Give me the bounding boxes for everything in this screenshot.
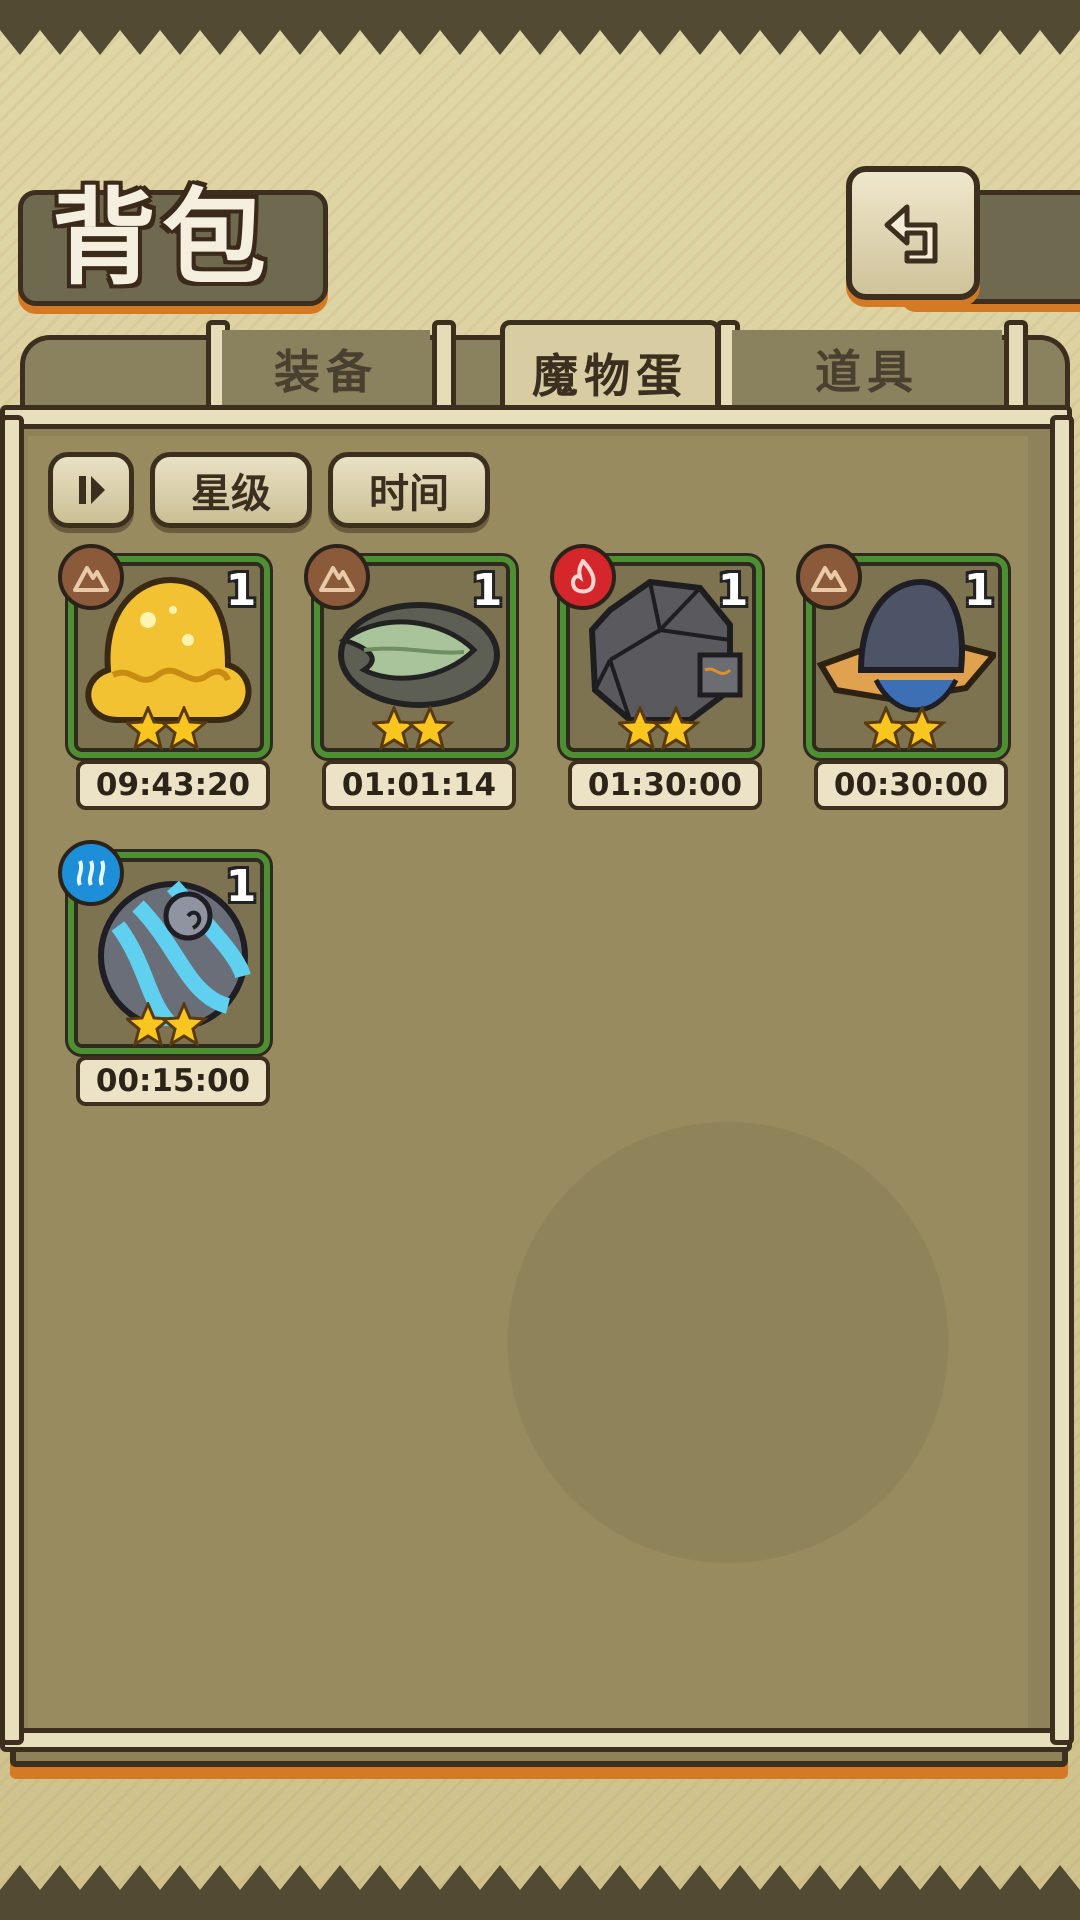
- tab-post: [432, 320, 456, 418]
- page-title: 背包: [52, 176, 273, 299]
- panel-bottom-bar: [0, 1728, 1072, 1752]
- egg-hatch-timer: 01:01:14: [322, 760, 516, 810]
- tab-monster-eggs-label: 魔物蛋: [532, 349, 688, 403]
- egg-hatch-timer: 09:43:20: [76, 760, 270, 810]
- egg-hatch-timer: 00:15:00: [76, 1056, 270, 1106]
- tab-equipment[interactable]: 装备: [222, 330, 430, 408]
- tab-equipment-label: 装备: [274, 345, 378, 399]
- mountain-icon: [73, 566, 109, 592]
- two-stars-icon: [126, 706, 209, 750]
- tab-post: [1004, 320, 1028, 418]
- panel-top-bar: [0, 405, 1072, 429]
- fire-element-badge: [550, 544, 616, 610]
- panel-left-bar: [0, 415, 24, 1745]
- egg-card-5[interactable]: 1 00:15:00: [58, 840, 272, 1106]
- water-element-badge: [58, 840, 124, 906]
- sort-by-time-button[interactable]: 时间: [328, 452, 490, 528]
- steam-icon: [76, 860, 106, 886]
- egg-count: 1: [963, 565, 995, 616]
- back-arrow-icon: [884, 204, 938, 264]
- egg-count: 1: [717, 565, 749, 616]
- egg-card-1[interactable]: 1 09:43:20: [58, 544, 272, 810]
- two-stars-icon: [126, 1002, 209, 1046]
- egg-hatch-timer: 00:30:00: [814, 760, 1008, 810]
- back-button[interactable]: [846, 166, 980, 300]
- egg-hatch-timer: 01:30:00: [568, 760, 762, 810]
- sort-by-star-label: 星级: [191, 471, 271, 517]
- egg-card-2[interactable]: 1 01:01:14: [304, 544, 518, 810]
- tab-items-label: 道具: [815, 345, 919, 399]
- sort-by-star-button[interactable]: 星级: [150, 452, 312, 528]
- sort-by-time-label: 时间: [369, 471, 449, 517]
- two-stars-icon: [372, 706, 455, 750]
- earth-element-badge: [304, 544, 370, 610]
- mountain-icon: [811, 566, 847, 592]
- panel-right-bar: [1050, 415, 1074, 1745]
- egg-card-3[interactable]: 1 01:30:00: [550, 544, 764, 810]
- sort-toggle-button[interactable]: [48, 452, 134, 528]
- egg-count: 1: [225, 861, 257, 912]
- mountain-icon: [319, 566, 355, 592]
- earth-element-badge: [58, 544, 124, 610]
- earth-element-badge: [796, 544, 862, 610]
- sort-toggle-icon: [79, 476, 105, 504]
- egg-count: 1: [225, 565, 257, 616]
- two-stars-icon: [864, 706, 947, 750]
- egg-card-4[interactable]: 1 00:30:00: [796, 544, 1010, 810]
- tab-items[interactable]: 道具: [732, 330, 1002, 408]
- flame-icon: [571, 559, 596, 594]
- egg-count: 1: [471, 565, 503, 616]
- bottom-torn-border: [0, 1865, 1080, 1920]
- top-torn-border: [0, 0, 1080, 55]
- two-stars-icon: [618, 706, 701, 750]
